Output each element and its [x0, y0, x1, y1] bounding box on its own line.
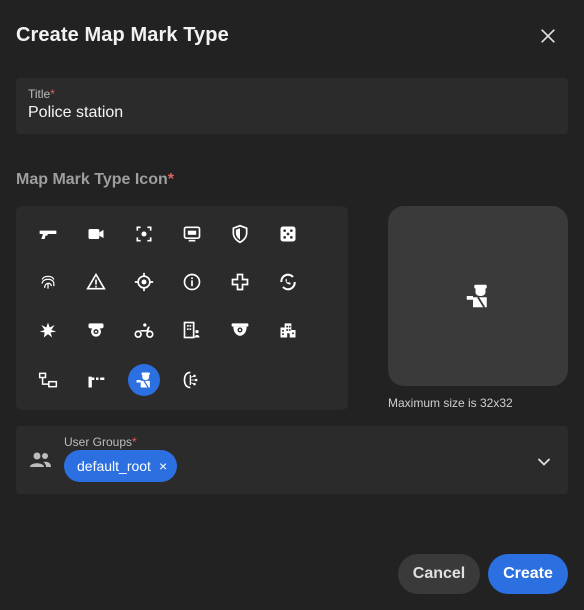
icon-option-barrier-gate[interactable] — [80, 364, 112, 396]
building-person-icon — [183, 321, 200, 339]
info-icon — [183, 273, 201, 291]
dialog-title: Create Map Mark Type — [16, 24, 229, 46]
video-camera-icon — [88, 229, 104, 239]
max-size-hint: Maximum size is 32x32 — [388, 396, 513, 410]
icon-section-label: Map Mark Type Icon — [16, 171, 168, 188]
user-groups-field[interactable]: User Groups* default_root × — [16, 426, 568, 494]
icon-option-police-officer[interactable] — [128, 364, 160, 396]
chevron-down-icon[interactable] — [534, 452, 554, 472]
icon-option-warning[interactable] — [80, 266, 112, 298]
close-button[interactable] — [536, 24, 560, 48]
title-field-label: Title — [28, 87, 51, 101]
icon-preview — [388, 206, 568, 386]
barrier-gate-icon — [88, 376, 105, 388]
create-map-mark-type-dialog: Create Map Mark Type Title* Map Mark Typ… — [0, 0, 584, 610]
explosion-icon — [39, 322, 57, 338]
dome-camera-icon — [231, 323, 249, 336]
icon-option-dice[interactable] — [272, 218, 304, 250]
required-marker: * — [50, 87, 55, 101]
police-officer-icon — [466, 284, 487, 308]
icon-option-face-scan[interactable] — [176, 364, 208, 396]
dice-icon — [280, 226, 296, 242]
icon-option-video-camera[interactable] — [80, 218, 112, 250]
pistol-icon — [39, 230, 57, 239]
target-icon — [134, 272, 154, 292]
create-button[interactable]: Create — [488, 554, 568, 594]
police-officer-icon — [136, 372, 150, 388]
warning-icon — [86, 272, 106, 290]
monitor-icon — [183, 226, 201, 242]
icon-option-focus-frame[interactable] — [128, 218, 160, 250]
people-icon — [30, 452, 51, 467]
group-chip-label: default_root — [77, 458, 151, 474]
medical-cross-icon — [231, 273, 249, 291]
icon-option-network[interactable] — [32, 364, 64, 396]
icon-picker-grid — [16, 206, 348, 410]
icon-option-medical-cross[interactable] — [224, 266, 256, 298]
title-field[interactable]: Title* — [16, 78, 568, 134]
shield-icon — [232, 224, 248, 244]
title-input[interactable] — [28, 104, 548, 122]
icon-option-dome-camera[interactable] — [224, 314, 256, 346]
icon-option-pistol[interactable] — [32, 218, 64, 250]
group-chip: default_root × — [64, 450, 178, 482]
required-marker: * — [167, 171, 174, 188]
user-groups-label: User Groups — [64, 435, 133, 449]
network-icon — [38, 372, 58, 388]
icon-option-motorcycle[interactable] — [128, 314, 160, 346]
focus-frame-icon — [136, 226, 152, 242]
icon-option-security-camera[interactable] — [80, 314, 112, 346]
icon-option-shield[interactable] — [224, 218, 256, 250]
icon-option-monitor[interactable] — [176, 218, 208, 250]
phone-sync-icon — [280, 273, 296, 291]
motorcycle-icon — [134, 323, 154, 338]
icon-option-city-buildings[interactable] — [272, 314, 304, 346]
close-icon — [541, 29, 555, 43]
icon-option-phone-sync[interactable] — [272, 266, 304, 298]
face-scan-icon — [183, 371, 198, 389]
required-marker: * — [132, 435, 137, 449]
icon-option-fingerprint[interactable] — [32, 266, 64, 298]
city-buildings-icon — [280, 323, 296, 338]
icon-option-info[interactable] — [176, 266, 208, 298]
cancel-button[interactable]: Cancel — [398, 554, 480, 594]
security-camera-icon — [88, 323, 104, 337]
icon-option-explosion[interactable] — [32, 314, 64, 346]
fingerprint-icon — [41, 275, 55, 289]
chip-remove-icon[interactable]: × — [159, 458, 167, 474]
icon-option-building-person[interactable] — [176, 314, 208, 346]
icon-option-target[interactable] — [128, 266, 160, 298]
